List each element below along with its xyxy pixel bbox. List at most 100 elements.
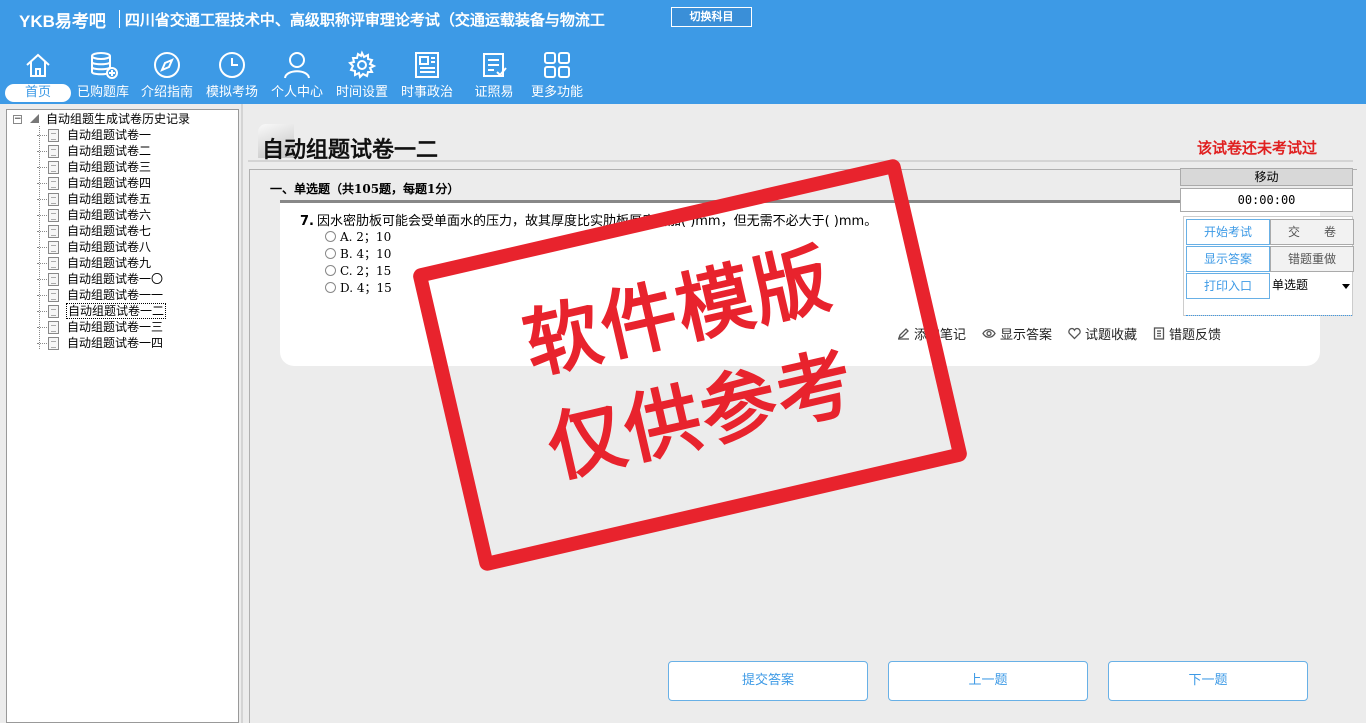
show-answer-link[interactable]: 显示答案 bbox=[982, 324, 1052, 343]
document-icon bbox=[48, 129, 59, 142]
nav-item-more[interactable]: 更多功能 bbox=[525, 48, 589, 104]
control-buttons: 开始考试 交 卷 显示答案 错题重做 打印入口 单选题 bbox=[1183, 216, 1354, 316]
document-icon bbox=[48, 225, 59, 238]
nav-label: 介绍指南 bbox=[140, 85, 193, 100]
nav-label: 模拟考场 bbox=[205, 85, 258, 100]
nav-label: 已购题库 bbox=[76, 85, 129, 100]
history-tree-panel: − 自动组题生成试卷历史记录 自动组题试卷一 自动组题试卷二 自动组题试卷三 自… bbox=[6, 109, 239, 723]
favorite-button[interactable]: 试题收藏 bbox=[1068, 324, 1137, 343]
tree-item[interactable]: 自动组题试卷五 bbox=[10, 191, 190, 207]
compass-icon bbox=[154, 52, 180, 78]
move-handle[interactable]: 移动 bbox=[1180, 168, 1353, 186]
database-icon bbox=[91, 52, 118, 79]
feedback-button[interactable]: 错题反馈 bbox=[1153, 324, 1221, 343]
nav-item-purchased[interactable]: 已购题库 bbox=[71, 48, 135, 104]
tree-item[interactable]: 自动组题试卷一四 bbox=[10, 335, 190, 351]
tree-item[interactable]: 自动组题试卷一〇 bbox=[10, 271, 190, 287]
question-type-select[interactable]: 单选题 bbox=[1270, 273, 1354, 299]
radio-button[interactable] bbox=[325, 282, 336, 293]
tree-item[interactable]: 自动组题试卷三 bbox=[10, 159, 190, 175]
app-title: YKB易考吧 四川省交通工程技术中、高级职称评审理论考试（交通运载装备与物流工 bbox=[19, 7, 605, 31]
pencil-icon bbox=[897, 328, 909, 340]
start-exam-button[interactable]: 开始考试 bbox=[1186, 219, 1270, 245]
question-stem: 因水密肋板可能会受单面水的压力，故其厚度比实肋板厚度增加( )mm，但无需不必大… bbox=[316, 214, 878, 229]
document-icon bbox=[48, 337, 59, 350]
nav-label: 时间设置 bbox=[335, 85, 388, 100]
document-icon bbox=[48, 257, 59, 270]
question-text: 7. 因水密肋板可能会受单面水的压力，故其厚度比实肋板厚度增加( )mm，但无需不… bbox=[300, 210, 877, 229]
tree-item[interactable]: 自动组题试卷六 bbox=[10, 207, 190, 223]
nav-label: 证照易 bbox=[474, 85, 514, 100]
exam-control-panel: 移动 00:00:00 开始考试 交 卷 显示答案 错题重做 打印入口 单选题 bbox=[1180, 168, 1354, 316]
switch-subject-button[interactable]: 切换科目 bbox=[671, 7, 752, 27]
report-icon bbox=[1153, 327, 1165, 340]
tree-item[interactable]: 自动组题试卷一三 bbox=[10, 319, 190, 335]
app-logo: YKB易考吧 bbox=[19, 11, 106, 31]
tree-item[interactable]: 自动组题试卷九 bbox=[10, 255, 190, 271]
question-card: 7. 因水密肋板可能会受单面水的压力，故其厚度比实肋板厚度增加( )mm，但无需不… bbox=[280, 200, 1320, 366]
clock-icon bbox=[219, 52, 245, 78]
home-icon bbox=[26, 53, 50, 77]
option-c[interactable]: C. 2；15 bbox=[325, 262, 391, 279]
document-icon bbox=[48, 273, 59, 286]
radio-button[interactable] bbox=[325, 265, 336, 276]
tree-item[interactable]: 自动组题试卷四 bbox=[10, 175, 190, 191]
nav-item-current-affairs[interactable]: 时事政治 bbox=[395, 48, 459, 104]
add-note-button[interactable]: 添加笔记 bbox=[897, 324, 966, 343]
tree-item[interactable]: 自动组题试卷二 bbox=[10, 143, 190, 159]
document-icon bbox=[48, 289, 59, 302]
nav-item-home[interactable]: 首页 bbox=[5, 48, 71, 104]
show-answer-button[interactable]: 显示答案 bbox=[1186, 246, 1270, 272]
nav-item-mock-exam[interactable]: 模拟考场 bbox=[200, 48, 264, 104]
tree-item[interactable]: 自动组题试卷七 bbox=[10, 223, 190, 239]
nav-label: 首页 bbox=[5, 84, 71, 102]
chevron-down-icon bbox=[1342, 284, 1350, 289]
title-divider bbox=[118, 10, 120, 28]
nav-label: 时事政治 bbox=[400, 85, 453, 100]
exam-timer: 00:00:00 bbox=[1180, 188, 1353, 212]
print-entry-button[interactable]: 打印入口 bbox=[1186, 273, 1270, 299]
newspaper-icon bbox=[415, 52, 439, 78]
document-icon bbox=[48, 241, 59, 254]
title-divider bbox=[248, 160, 1353, 162]
radio-button[interactable] bbox=[325, 248, 336, 259]
previous-question-button[interactable]: 上一题 bbox=[888, 661, 1088, 701]
radio-button[interactable] bbox=[325, 231, 336, 242]
submit-answer-button[interactable]: 提交答案 bbox=[668, 661, 868, 701]
heart-icon bbox=[1068, 327, 1081, 340]
tree-root-label: 自动组题生成试卷历史记录 bbox=[46, 112, 191, 126]
next-question-button[interactable]: 下一题 bbox=[1108, 661, 1308, 701]
tree-item[interactable]: 自动组题试卷八 bbox=[10, 239, 190, 255]
user-icon bbox=[284, 52, 310, 79]
checklist-icon bbox=[483, 53, 507, 77]
nav-item-profile[interactable]: 个人中心 bbox=[265, 48, 329, 104]
gear-icon bbox=[348, 50, 377, 79]
collapse-icon[interactable]: − bbox=[13, 115, 22, 124]
tree-item[interactable]: 自动组题试卷一一 bbox=[10, 287, 190, 303]
question-number: 7. bbox=[300, 214, 314, 229]
document-icon bbox=[48, 321, 59, 334]
document-icon bbox=[48, 209, 59, 222]
section-heading: 一、单选题（共105题，每题1分） bbox=[270, 182, 460, 196]
tree-item[interactable]: 自动组题试卷一 bbox=[10, 127, 190, 143]
option-d[interactable]: D. 4；15 bbox=[325, 279, 392, 296]
document-icon bbox=[48, 177, 59, 190]
card-top-rule bbox=[280, 200, 1320, 203]
option-b[interactable]: B. 4；10 bbox=[325, 245, 391, 262]
nav-item-certificates[interactable]: 证照易 bbox=[462, 48, 526, 104]
option-a[interactable]: A. 2；10 bbox=[325, 228, 391, 245]
top-header: YKB易考吧 四川省交通工程技术中、高级职称评审理论考试（交通运载装备与物流工 … bbox=[0, 0, 1366, 104]
folder-arrow-icon bbox=[30, 114, 39, 123]
nav-item-time-settings[interactable]: 时间设置 bbox=[330, 48, 394, 104]
panel-bottom-rule bbox=[1186, 310, 1352, 316]
document-icon bbox=[48, 145, 59, 158]
redo-wrong-button[interactable]: 错题重做 bbox=[1270, 246, 1354, 272]
document-icon bbox=[48, 161, 59, 174]
nav-label: 更多功能 bbox=[530, 85, 583, 100]
submit-paper-button[interactable]: 交 卷 bbox=[1270, 219, 1354, 245]
tree-root[interactable]: − 自动组题生成试卷历史记录 bbox=[10, 111, 190, 127]
tree-item-selected[interactable]: 自动组题试卷一二 bbox=[10, 303, 190, 319]
nav-item-guide[interactable]: 介绍指南 bbox=[135, 48, 199, 104]
history-tree: − 自动组题生成试卷历史记录 自动组题试卷一 自动组题试卷二 自动组题试卷三 自… bbox=[10, 111, 190, 351]
nav-label: 个人中心 bbox=[270, 85, 323, 100]
